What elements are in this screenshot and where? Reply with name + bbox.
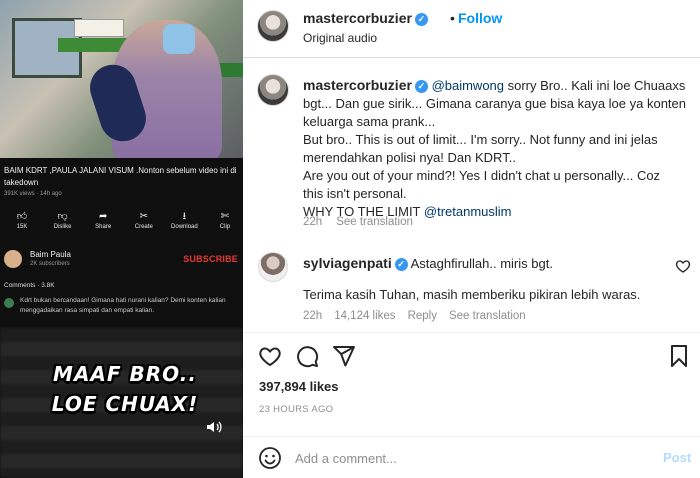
video-title: BAIM KDRT ,PAULA JALANI VISUM .Nonton se… [4, 166, 237, 187]
subscribe-button[interactable]: SUBSCRIBE [183, 254, 238, 264]
create-icon: ✂ [139, 211, 148, 222]
action-label: Share [95, 224, 112, 230]
verified-icon: ✓ [414, 80, 428, 93]
caption-line: this isn't personal. [303, 186, 407, 201]
channel-subscribers: 2K subscribers [30, 261, 70, 267]
top-comment: Kdrt bukan bercandaan! Gimana hati nuran… [4, 296, 240, 316]
video-meta: 391K views · 14h ago [4, 191, 62, 197]
caption-line: keluarga sama prank... [303, 114, 436, 129]
channel-row: Baim Paula 2K subscribers SUBSCRIBE [4, 246, 240, 270]
thumbs-up-icon: 👍︎ [16, 211, 28, 222]
channel-name[interactable]: Baim Paula [30, 250, 71, 259]
channel-avatar[interactable] [4, 250, 22, 268]
commenter-avatar[interactable] [258, 252, 288, 282]
separator-dot: • [450, 10, 455, 26]
add-comment-bar: Post [243, 436, 700, 478]
caption-meta: 22h See translation [303, 216, 427, 228]
caption-line: But bro.. This is out of limit... I'm so… [303, 132, 658, 147]
see-translation-link[interactable]: See translation [449, 310, 526, 322]
meme-caption-line1: MAAF BRO.. [53, 362, 197, 386]
top-comment-text: Kdrt bukan bercandaan! Gimana hati nuran… [20, 297, 226, 314]
meme-caption-line2: LOE CHUAX! [51, 392, 199, 416]
commenter-username[interactable]: sylviagenpati [303, 255, 392, 271]
action-label: Create [134, 224, 153, 230]
action-label: 15K [16, 224, 28, 230]
see-translation-link[interactable]: See translation [336, 216, 413, 228]
speaker-icon[interactable] [206, 420, 222, 434]
verified-icon: ✓ [414, 13, 428, 26]
commenter-avatar [4, 298, 14, 308]
caption-line: merendahkan polisi nya! Dan KDRT.. [303, 150, 516, 165]
comment-likes[interactable]: 14,124 likes [334, 310, 395, 322]
caption-line: bgt... Dan gue sirik... Gimana caranya g… [303, 96, 686, 111]
caption-line: Are you out of your mind?! Yes I didn't … [303, 168, 661, 183]
emoji-icon[interactable] [258, 446, 282, 470]
reply-button[interactable]: Reply [408, 310, 437, 322]
follow-button[interactable]: Follow [458, 10, 502, 26]
sign-white [74, 19, 124, 37]
comments-header[interactable]: Comments · 3.8K [4, 282, 55, 289]
comment-input[interactable] [295, 447, 625, 469]
comment-time[interactable]: 22h [303, 310, 322, 322]
download-action[interactable]: ⭳ Download [166, 210, 202, 230]
comment-text-line2: Terima kasih Tuhan, masih memberiku piki… [303, 287, 641, 302]
dislike-action[interactable]: 👎︎ Dislike [45, 210, 81, 230]
action-label: Clip [219, 224, 231, 230]
caption-username[interactable]: mastercorbuzier [303, 77, 412, 93]
heart-outline-icon[interactable] [675, 258, 691, 274]
video-frame[interactable] [0, 0, 243, 158]
divider [243, 332, 700, 333]
video-actions: 👍︎ 15K 👎︎ Dislike ➦ Share ✂ Create ⭳ Download… [4, 210, 243, 230]
mention-link[interactable]: @tretanmuslim [424, 204, 512, 219]
caption-time[interactable]: 22h [303, 216, 322, 228]
share-icon[interactable] [332, 344, 356, 368]
post-timestamp[interactable]: 23 HOURS AGO [259, 404, 333, 415]
thumbs-down-icon: 👎︎ [57, 211, 68, 222]
comment-text: sylviagenpati ✓ Astaghfirullah.. miris bg… [303, 254, 673, 273]
caption-text: mastercorbuzier ✓ @baimwong sorry Bro.. K… [303, 76, 686, 221]
action-bar [243, 344, 700, 370]
clip-action[interactable]: ✄ Clip [207, 210, 243, 230]
comment-meta: 22h 14,124 likes Reply See translation [303, 310, 538, 322]
post-header: mastercorbuzier ✓ • Follow Original audio [243, 0, 700, 58]
action-label: Download [171, 224, 198, 230]
caption-avatar[interactable] [257, 74, 289, 106]
author-username[interactable]: mastercorbuzier ✓ [303, 10, 428, 26]
bookmark-icon[interactable] [667, 344, 691, 368]
author-avatar[interactable] [257, 10, 289, 42]
clip-icon: ✄ [220, 211, 230, 222]
heart-icon[interactable] [258, 344, 282, 368]
mention-link[interactable]: @baimwong [432, 78, 504, 93]
share-action[interactable]: ➦ Share [85, 210, 121, 230]
face-mask [163, 24, 195, 54]
create-action[interactable]: ✂ Create [126, 210, 162, 230]
post-media[interactable]: BAIM KDRT ,PAULA JALANI VISUM .Nonton se… [0, 0, 243, 478]
author-username-text: mastercorbuzier [303, 10, 412, 26]
verified-icon: ✓ [394, 258, 408, 271]
like-action[interactable]: 👍︎ 15K [4, 210, 40, 230]
share-icon: ➦ [98, 211, 108, 222]
audio-link[interactable]: Original audio [303, 31, 377, 45]
download-icon: ⭳ [182, 211, 187, 222]
comment-body: Astaghfirullah.. miris bgt. [407, 256, 553, 271]
likes-count[interactable]: 397,894 likes [259, 379, 339, 394]
caption-line: sorry Bro.. Kali ini loe Chuaaxs [504, 78, 686, 93]
comment-icon[interactable] [295, 344, 319, 368]
action-label: Dislike [53, 224, 72, 230]
post-button[interactable]: Post [663, 450, 691, 465]
post-panel: mastercorbuzier ✓ • Follow Original audio… [243, 0, 700, 478]
